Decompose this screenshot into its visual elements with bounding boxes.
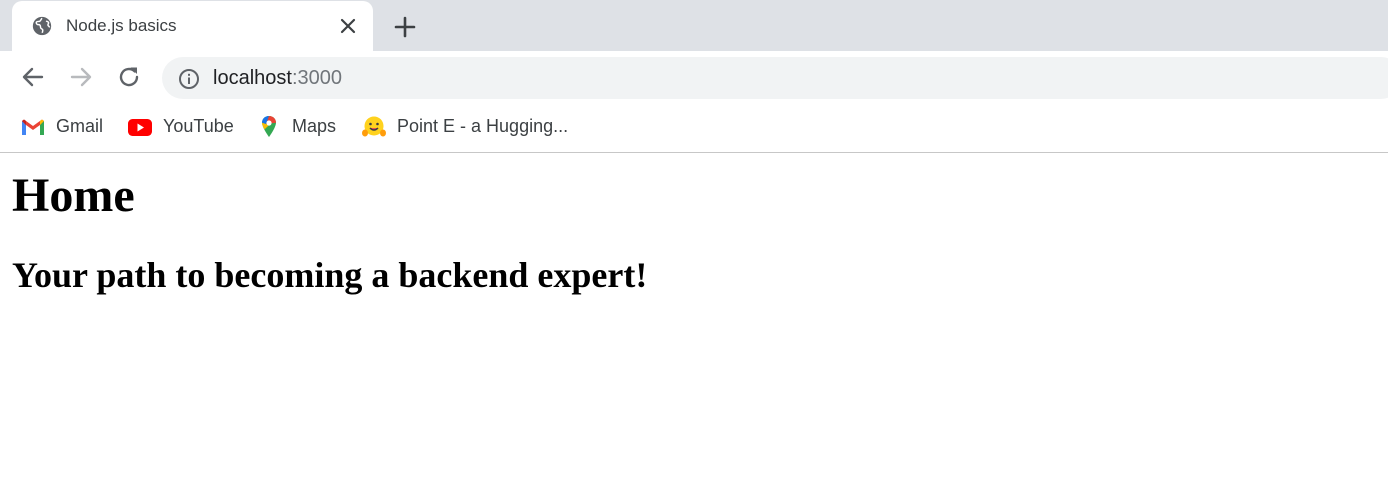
arrow-right-icon[interactable] <box>68 64 94 90</box>
gmail-icon <box>22 119 44 135</box>
bookmark-label: Point E - a Hugging... <box>397 116 569 136</box>
bookmark-gmail[interactable]: Gmail <box>20 113 110 141</box>
url-port: :3000 <box>291 67 342 89</box>
maps-icon <box>262 116 276 137</box>
bookmark-point-e[interactable]: Point E - a Hugging... <box>361 113 581 141</box>
bookmark-label: Gmail <box>56 116 104 136</box>
url-text: localhost:3000 <box>213 67 342 90</box>
bookmark-youtube[interactable]: YouTube <box>127 113 237 141</box>
hugging-face-icon <box>362 116 386 137</box>
tab-strip: Node.js basics <box>0 0 1388 51</box>
bookmark-label: Maps <box>292 116 337 136</box>
youtube-icon <box>128 119 152 136</box>
info-icon[interactable] <box>178 68 200 90</box>
page-content: Home Your path to becoming a backend exp… <box>0 154 1388 484</box>
address-bar[interactable]: localhost:3000 <box>162 57 1388 99</box>
url-host: localhost <box>213 67 292 89</box>
bookmark-label: YouTube <box>163 116 234 136</box>
page-heading: Home <box>12 169 135 222</box>
tab-node-js-basics[interactable]: Node.js basics <box>12 1 373 51</box>
tab-title: Node.js basics <box>66 16 177 35</box>
close-icon[interactable] <box>336 14 360 38</box>
bookmarks-bar: Gmail YouTube Maps Point E - a Hugging..… <box>0 103 1388 153</box>
plus-icon[interactable] <box>391 13 419 41</box>
page-subheading: Your path to becoming a backend expert! <box>12 255 648 295</box>
bookmark-maps[interactable]: Maps <box>256 113 346 141</box>
globe-icon <box>32 16 52 36</box>
browser-toolbar: localhost:3000 <box>0 51 1388 103</box>
arrow-left-icon[interactable] <box>20 64 46 90</box>
reload-icon[interactable] <box>116 64 142 90</box>
